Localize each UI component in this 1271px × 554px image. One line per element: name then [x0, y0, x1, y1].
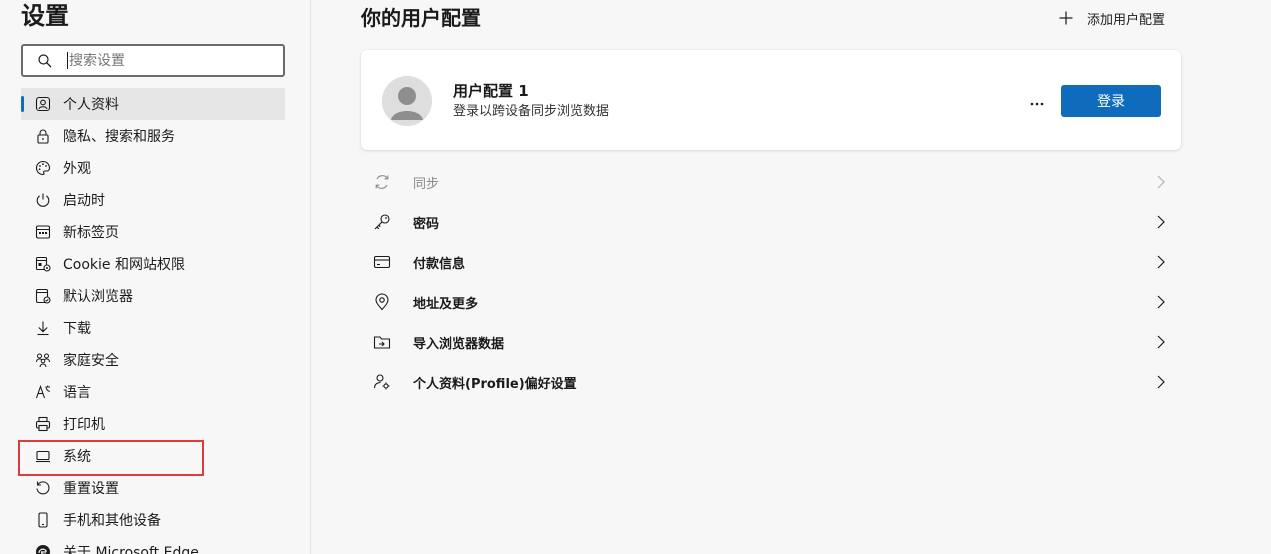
plus-icon: [1058, 10, 1074, 26]
row-addresses[interactable]: 地址及更多: [361, 282, 1181, 322]
sidebar-item-downloads[interactable]: 下载: [21, 312, 285, 344]
search-input[interactable]: [67, 52, 267, 69]
sidebar-item-label: 启动时: [63, 193, 105, 209]
row-label: 个人资料(Profile)偏好设置: [413, 376, 577, 392]
sidebar-item-label: 新标签页: [63, 225, 119, 241]
sidebar-item-family[interactable]: 家庭安全: [21, 344, 285, 376]
reset-icon: [35, 480, 51, 496]
row-label: 付款信息: [413, 256, 466, 272]
sidebar-item-new-tab[interactable]: 新标签页: [21, 216, 285, 248]
site-permissions-icon: [35, 256, 51, 272]
edge-icon: [35, 544, 51, 554]
more-options-button[interactable]: [1025, 88, 1049, 112]
row-passwords[interactable]: 密码: [361, 202, 1181, 242]
search-box[interactable]: [21, 44, 285, 77]
card-icon: [373, 253, 391, 271]
sidebar-item-label: 下载: [63, 321, 91, 337]
printer-icon: [35, 416, 51, 432]
new-tab-icon: [35, 224, 51, 240]
avatar: [382, 76, 432, 126]
sidebar-item-label: 个人资料: [63, 97, 119, 113]
sync-icon: [373, 173, 391, 191]
chevron-right-icon: [1153, 214, 1169, 230]
sidebar-item-printers[interactable]: 打印机: [21, 408, 285, 440]
sidebar-item-languages[interactable]: 语言: [21, 376, 285, 408]
chevron-right-icon: [1153, 174, 1169, 190]
profile-icon: [35, 96, 51, 112]
sidebar-item-profile[interactable]: 个人资料: [21, 88, 285, 120]
row-label: 地址及更多: [413, 296, 479, 312]
profile-settings-icon: [373, 373, 391, 391]
row-sync[interactable]: 同步: [361, 162, 1181, 202]
sidebar-item-label: 外观: [63, 161, 91, 177]
profile-settings-list: 同步 密码 付款信息 地址及更多 导入浏览器数据 个人资料(Profile)偏好…: [361, 162, 1181, 402]
chevron-right-icon: [1153, 254, 1169, 270]
language-icon: [35, 384, 51, 400]
sidebar-item-privacy[interactable]: 隐私、搜索和服务: [21, 120, 285, 152]
chevron-right-icon: [1153, 374, 1169, 390]
sidebar-item-default-browser[interactable]: 默认浏览器: [21, 280, 285, 312]
page-title: 你的用户配置: [361, 6, 481, 30]
system-icon: [35, 448, 51, 464]
profile-card: 用户配置 1 登录以跨设备同步浏览数据 登录: [361, 50, 1181, 150]
sidebar-item-label: 关于 Microsoft Edge: [63, 545, 199, 554]
row-profile-preferences[interactable]: 个人资料(Profile)偏好设置: [361, 362, 1181, 402]
search-icon: [37, 53, 53, 69]
row-label: 同步: [413, 176, 440, 192]
sidebar: 设置 个人资料 隐私、搜索和服务 外观: [0, 0, 311, 554]
power-icon: [35, 192, 51, 208]
sidebar-item-label: 重置设置: [63, 481, 119, 497]
import-icon: [373, 333, 391, 351]
row-payment[interactable]: 付款信息: [361, 242, 1181, 282]
add-profile-label: 添加用户配置: [1087, 12, 1166, 28]
row-label: 导入浏览器数据: [413, 336, 505, 352]
login-button[interactable]: 登录: [1061, 85, 1161, 117]
location-icon: [373, 293, 391, 311]
sidebar-item-label: 隐私、搜索和服务: [63, 129, 175, 145]
sidebar-item-label: 默认浏览器: [63, 289, 133, 305]
chevron-right-icon: [1153, 294, 1169, 310]
more-icon: [1029, 91, 1045, 110]
chevron-right-icon: [1153, 334, 1169, 350]
add-profile-button[interactable]: 添加用户配置: [1058, 8, 1165, 28]
sidebar-item-cookies[interactable]: Cookie 和网站权限: [21, 248, 285, 280]
family-icon: [35, 352, 51, 368]
key-icon: [373, 213, 391, 231]
phone-icon: [35, 512, 51, 528]
sidebar-item-phone[interactable]: 手机和其他设备: [21, 504, 285, 536]
row-label: 密码: [413, 216, 440, 232]
profile-subtitle: 登录以跨设备同步浏览数据: [453, 104, 610, 119]
sidebar-item-label: 家庭安全: [63, 353, 119, 369]
row-import[interactable]: 导入浏览器数据: [361, 322, 1181, 362]
sidebar-item-label: 语言: [63, 385, 91, 401]
sidebar-item-label: 系统: [63, 449, 91, 465]
sidebar-item-about[interactable]: 关于 Microsoft Edge: [21, 536, 285, 554]
profile-name: 用户配置 1: [453, 82, 529, 100]
download-icon: [35, 320, 51, 336]
lock-icon: [35, 128, 51, 144]
sidebar-item-system[interactable]: 系统: [21, 440, 285, 472]
sidebar-item-appearance[interactable]: 外观: [21, 152, 285, 184]
palette-icon: [35, 160, 51, 176]
default-browser-icon: [35, 288, 51, 304]
sidebar-item-startup[interactable]: 启动时: [21, 184, 285, 216]
sidebar-item-label: 手机和其他设备: [63, 513, 161, 529]
sidebar-item-label: Cookie 和网站权限: [63, 257, 185, 273]
sidebar-item-reset[interactable]: 重置设置: [21, 472, 285, 504]
sidebar-item-label: 打印机: [63, 417, 105, 433]
sidebar-nav: 个人资料 隐私、搜索和服务 外观 启动时 新标签页 Cookie 和网站权限 默…: [21, 88, 285, 554]
sidebar-title: 设置: [21, 2, 69, 30]
